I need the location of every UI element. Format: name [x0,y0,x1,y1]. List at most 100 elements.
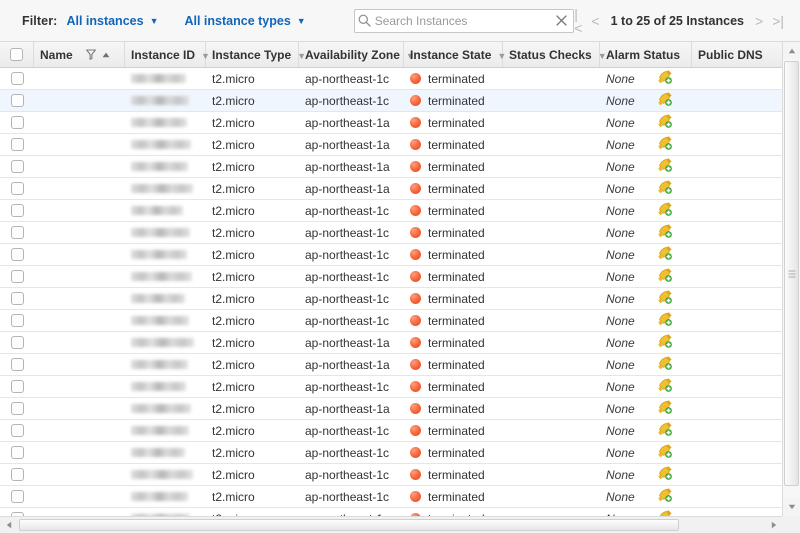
bell-add-icon[interactable] [657,245,674,264]
table-row[interactable]: t2.micro ap-northeast-1c terminated None [0,222,782,244]
scroll-right-icon[interactable] [765,517,782,533]
row-select-cell[interactable] [0,178,34,199]
bell-add-icon[interactable] [657,113,674,132]
row-checkbox[interactable] [10,94,24,107]
bell-add-icon[interactable] [657,289,674,308]
table-row[interactable]: t2.micro ap-northeast-1c terminated None [0,200,782,222]
next-page-icon[interactable]: > [755,14,763,28]
bell-add-icon[interactable] [657,157,674,176]
table-row[interactable]: t2.micro ap-northeast-1c terminated None [0,420,782,442]
row-select-cell[interactable] [0,442,34,463]
row-select-cell[interactable] [0,156,34,177]
table-row[interactable]: t2.micro ap-northeast-1c terminated None [0,288,782,310]
row-select-cell[interactable] [0,112,34,133]
bell-add-icon[interactable] [657,179,674,198]
bell-add-icon[interactable] [657,135,674,154]
table-row[interactable]: t2.micro ap-northeast-1c terminated None [0,486,782,508]
select-all-header[interactable] [0,42,34,67]
table-row[interactable]: t2.micro ap-northeast-1a terminated None [0,156,782,178]
row-checkbox[interactable] [10,336,24,349]
row-checkbox[interactable] [10,72,24,85]
row-select-cell[interactable] [0,200,34,221]
close-icon[interactable] [549,15,573,26]
select-all-checkbox[interactable] [10,48,23,61]
column-header-status-checks[interactable]: Status Checks ▼ [503,42,607,67]
search-box[interactable] [353,8,575,33]
row-select-cell[interactable] [0,266,34,287]
column-header-instance-type[interactable]: Instance Type ▼ [206,42,306,67]
row-select-cell[interactable] [0,464,34,485]
prev-page-icon[interactable]: < [591,14,599,28]
row-checkbox[interactable] [10,182,24,195]
column-header-instance-state[interactable]: Instance State ▼ [404,42,506,67]
table-row[interactable]: t2.micro ap-northeast-1a terminated None [0,112,782,134]
column-header-alarm-status[interactable]: Alarm Status [600,42,692,67]
bell-add-icon[interactable] [657,69,674,88]
row-select-cell[interactable] [0,134,34,155]
row-checkbox[interactable] [10,380,24,393]
bell-add-icon[interactable] [657,487,674,506]
column-header-public-dns[interactable]: Public DNS [692,42,782,67]
column-header-availability-zone[interactable]: Availability Zone ▼ [299,42,415,67]
filter-all-instances-dropdown[interactable]: All instances ▼ [66,14,158,28]
filter-all-instance-types-dropdown[interactable]: All instance types ▼ [184,14,305,28]
table-row[interactable]: t2.micro ap-northeast-1c terminated None [0,310,782,332]
row-select-cell[interactable] [0,68,34,89]
column-header-name[interactable]: Name [34,42,125,67]
bell-add-icon[interactable] [657,443,674,462]
bell-add-icon[interactable] [657,399,674,418]
row-select-cell[interactable] [0,332,34,353]
table-row[interactable]: t2.micro ap-northeast-1c terminated None [0,244,782,266]
bell-add-icon[interactable] [657,355,674,374]
table-row[interactable]: t2.micro ap-northeast-1c terminated None [0,68,782,90]
vertical-scrollbar[interactable] [782,42,800,533]
row-checkbox[interactable] [10,314,24,327]
bell-add-icon[interactable] [657,333,674,352]
row-checkbox[interactable] [10,292,24,305]
row-select-cell[interactable] [0,244,34,265]
scroll-left-icon[interactable] [0,517,17,533]
row-checkbox[interactable] [10,402,24,415]
row-select-cell[interactable] [0,90,34,111]
row-select-cell[interactable] [0,486,34,507]
bell-add-icon[interactable] [657,201,674,220]
table-row[interactable]: t2.micro ap-northeast-1c terminated None [0,266,782,288]
table-row[interactable]: t2.micro ap-northeast-1c terminated None [0,376,782,398]
row-checkbox[interactable] [10,358,24,371]
scroll-up-icon[interactable] [783,42,800,59]
row-checkbox[interactable] [10,204,24,217]
first-page-icon[interactable]: |< [574,7,582,35]
filter-funnel-icon[interactable] [85,49,96,60]
row-checkbox[interactable] [10,270,24,283]
last-page-icon[interactable]: >| [772,14,784,28]
table-row[interactable]: t2.micro ap-northeast-1a terminated None [0,354,782,376]
bell-add-icon[interactable] [657,377,674,396]
row-checkbox[interactable] [10,226,24,239]
bell-add-icon[interactable] [657,223,674,242]
row-checkbox[interactable] [10,248,24,261]
bell-add-icon[interactable] [657,311,674,330]
search-input[interactable] [374,10,550,31]
vertical-scrollbar-thumb[interactable] [784,61,799,486]
row-select-cell[interactable] [0,222,34,243]
horizontal-scrollbar-thumb[interactable] [19,519,679,531]
row-checkbox[interactable] [10,468,24,481]
table-row[interactable]: t2.micro ap-northeast-1c terminated None [0,90,782,112]
bell-add-icon[interactable] [657,91,674,110]
row-checkbox[interactable] [10,446,24,459]
bell-add-icon[interactable] [657,267,674,286]
row-checkbox[interactable] [10,116,24,129]
table-row[interactable]: t2.micro ap-northeast-1a terminated None [0,332,782,354]
sort-asc-icon[interactable] [102,52,110,58]
scroll-down-icon[interactable] [783,498,800,515]
row-select-cell[interactable] [0,420,34,441]
row-select-cell[interactable] [0,288,34,309]
row-select-cell[interactable] [0,354,34,375]
row-select-cell[interactable] [0,310,34,331]
table-row[interactable]: t2.micro ap-northeast-1a terminated None [0,398,782,420]
row-checkbox[interactable] [10,138,24,151]
table-row[interactable]: t2.micro ap-northeast-1a terminated None [0,134,782,156]
bell-add-icon[interactable] [657,421,674,440]
table-row[interactable]: t2.micro ap-northeast-1c terminated None [0,442,782,464]
row-checkbox[interactable] [10,424,24,437]
